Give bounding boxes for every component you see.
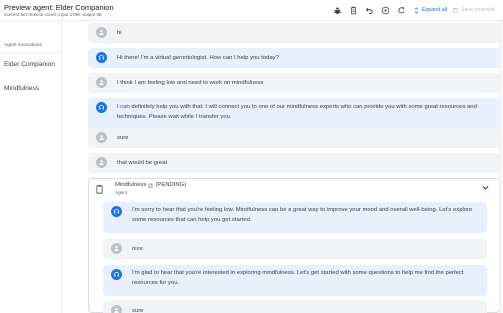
message-text: I'm glad to hear that you're interested … [132,270,464,286]
agent-invocations-panel: Agent invocations Elder Companion Mindfu… [0,21,62,313]
undo-icon[interactable] [364,5,375,16]
sidebar-item-elder-companion[interactable]: Elder Companion [4,60,60,69]
toolbar: Expand all Save example [332,3,500,17]
person-icon [96,157,107,168]
user-message: sure [103,301,487,313]
person-icon [111,305,122,313]
scrollbar[interactable] [499,21,502,313]
person-icon [96,132,107,143]
person-icon [96,77,107,88]
sidebar-item-mindfulness[interactable]: Mindfulness [4,84,60,93]
user-message: hi [88,23,500,43]
message-text: Hi there! I'm a virtual gerontologist. H… [117,55,279,61]
conversation-panel: hi Hi there! I'm a virtual gerontologist… [62,21,503,313]
subagent-title[interactable]: Mindfulness (PENDING) [115,182,186,188]
play-icon[interactable] [380,5,391,16]
headset-icon [111,206,122,217]
message-text: sure [132,308,144,313]
chevron-down-icon[interactable] [481,183,490,192]
bug-icon[interactable] [332,5,343,16]
expand-all-label: Expand all [421,7,447,13]
clipboard-icon [95,183,104,194]
save-icon [453,7,458,13]
message-text: I think I am feeling low and need to wor… [117,80,264,86]
message-text: that would be great [117,160,168,166]
user-message: nice [103,239,487,259]
reset-icon[interactable] [396,5,407,16]
token-count: Current turn tokens count: input 1796, o… [4,12,102,17]
bot-message: I'm sorry to hear that you're feeling lo… [103,202,487,233]
headset-icon [96,102,107,113]
unfold-icon [414,6,419,14]
headset-icon [111,269,122,280]
message-text: hi [117,30,122,36]
headset-icon [96,52,107,63]
open-in-new-icon[interactable] [148,183,153,188]
user-message: that would be great [88,153,500,173]
subagent-name: Mindfulness [115,182,147,188]
save-example-button[interactable]: Save example [452,7,500,14]
header-bar: Preview agent: Elder Companion Current t… [0,0,503,21]
subagent-card: Mindfulness (PENDING) Agent I'm sorry to… [88,178,500,313]
message-text: I'm sorry to hear that you're feeling lo… [132,207,473,223]
person-icon [96,27,107,38]
bot-message: Hi there! I'm a virtual gerontologist. H… [88,48,500,68]
save-example-label: Save example [461,7,496,13]
user-message: sure [88,128,500,148]
message-text: nice [132,246,143,252]
expand-all-button[interactable]: Expand all [413,6,447,14]
person-icon [111,243,122,254]
message-text: sure [117,135,129,141]
bot-message: I'm glad to hear that you're interested … [103,265,487,296]
user-message: I think I am feeling low and need to wor… [88,73,500,93]
subagent-status: (PENDING) [155,182,187,188]
clipboard-icon[interactable] [348,5,359,16]
divider [0,52,62,53]
message-text: I can definitely help you with that. I w… [117,104,477,120]
sidebar-header: Agent invocations [4,43,42,48]
page-title: Preview agent: Elder Companion [4,3,114,12]
subagent-type: Agent [115,190,128,195]
